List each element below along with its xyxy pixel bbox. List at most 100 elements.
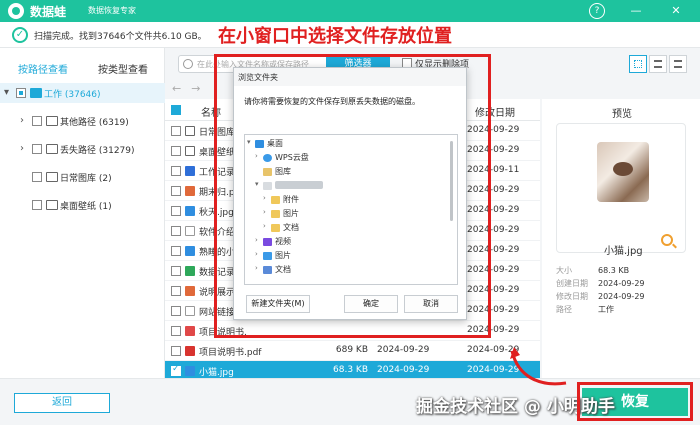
nav-arrows: ←→ (172, 82, 210, 95)
tab-by-path[interactable]: 按路径查看 (18, 61, 68, 76)
meta-key: 路径 (556, 305, 572, 314)
back-button[interactable]: 返回 (14, 393, 110, 413)
meta-value: 2024-09-29 (598, 279, 645, 288)
tree-checkbox[interactable] (16, 88, 26, 98)
meta-value: 68.3 KB (598, 266, 630, 275)
frog-logo-icon (8, 3, 24, 19)
file-name: 小猫.jpg (199, 368, 234, 378)
tree-checkbox[interactable] (32, 172, 42, 182)
preview-meta-row: 大小 68.3 KB (556, 265, 629, 276)
tree-item-label: 丢失路径 (31279) (60, 146, 135, 156)
row-checkbox[interactable] (171, 306, 181, 316)
file-created: 2024-09-29 (377, 365, 430, 375)
nav-forward-icon[interactable]: → (191, 82, 210, 95)
detail-view-button[interactable] (669, 55, 687, 73)
detail-list-icon (674, 60, 682, 68)
tree-item[interactable]: 桌面壁纸 (1) (0, 195, 165, 215)
meta-value: 工作 (598, 305, 614, 314)
meta-key: 创建日期 (556, 279, 588, 288)
file-type-icon (185, 346, 195, 356)
grid-icon (634, 60, 642, 68)
row-checkbox[interactable] (171, 166, 181, 176)
file-type-icon (185, 126, 195, 136)
preview-meta-row: 修改日期 2024-09-29 (556, 291, 645, 302)
row-checkbox[interactable] (171, 206, 181, 216)
chevron-icon[interactable]: ▾ (4, 87, 9, 98)
grid-view-button[interactable] (629, 55, 647, 73)
tree-item-label: 其他路径 (6319) (60, 118, 129, 128)
file-type-icon (185, 246, 195, 256)
file-type-icon (185, 286, 195, 296)
file-type-icon (185, 226, 195, 236)
tree-checkbox[interactable] (32, 144, 42, 154)
folder-icon (46, 172, 58, 182)
row-checkbox[interactable] (171, 226, 181, 236)
tree-item-label: 桌面壁纸 (1) (60, 202, 112, 212)
annotation-box-dialog (214, 54, 491, 338)
row-checkbox[interactable] (171, 326, 181, 336)
annotation-box-recover (577, 382, 693, 421)
row-checkbox[interactable] (171, 246, 181, 256)
file-size: 68.3 KB (333, 365, 368, 375)
search-icon (183, 59, 193, 69)
row-checkbox[interactable] (171, 126, 181, 136)
folder-icon (46, 144, 58, 154)
tree-item[interactable]: 日常图库 (2) (0, 167, 165, 187)
preview-title: 预览 (612, 109, 632, 120)
file-type-icon (185, 206, 195, 216)
preview-filename: 小猫.jpg (604, 246, 643, 257)
scan-status-text: 扫描完成。找到37646个文件共6.10 GB。 (34, 32, 207, 42)
row-checkbox[interactable] (171, 146, 181, 156)
file-type-icon (185, 266, 195, 276)
annotation-arrow-icon (510, 347, 567, 386)
row-checkbox[interactable] (171, 186, 181, 196)
file-size: 689 KB (335, 345, 368, 355)
tree-item[interactable]: › 丢失路径 (31279) (0, 139, 165, 159)
file-type-icon (185, 186, 195, 196)
close-button[interactable]: ✕ (668, 3, 684, 19)
tree-item[interactable]: › 其他路径 (6319) (0, 111, 165, 131)
folder-icon (46, 116, 58, 126)
tab-by-type[interactable]: 按类型查看 (98, 61, 148, 76)
file-type-icon (185, 366, 195, 376)
row-checkbox[interactable] (171, 286, 181, 296)
meta-value: 2024-09-29 (598, 292, 645, 301)
chevron-icon[interactable]: › (20, 143, 24, 154)
kitten-photo (597, 142, 649, 202)
file-type-icon (185, 166, 195, 176)
row-checkbox[interactable] (171, 346, 181, 356)
tree-checkbox[interactable] (32, 116, 42, 126)
table-row[interactable]: 项目说明书.pdf 689 KB 2024-09-29 2024-09-29 (165, 341, 540, 361)
preview-meta-row: 路径 工作 (556, 304, 614, 315)
tree-item-label: 工作 (37646) (44, 90, 101, 100)
annotation-text: 在小窗口中选择文件存放位置 (218, 26, 452, 47)
file-name: 项目说明书.pdf (199, 348, 262, 358)
file-type-icon (185, 306, 195, 316)
file-type-icon (185, 146, 195, 156)
meta-key: 修改日期 (556, 292, 588, 301)
list-view-button[interactable] (649, 55, 667, 73)
preview-panel: 预览 小猫.jpg 大小 68.3 KB 创建日期 2024-09-29 修改日期 202… (542, 99, 700, 379)
folder-icon (46, 200, 58, 210)
row-checkbox[interactable] (171, 266, 181, 276)
tree-item[interactable]: ▾ 工作 (37646) (0, 83, 165, 103)
chevron-icon[interactable]: › (20, 115, 24, 126)
zoom-icon[interactable] (661, 234, 673, 246)
preview-thumbnail-box (556, 123, 686, 253)
check-circle-icon: ✓ (12, 27, 28, 43)
title-bar: 数据蛙 数据恢复专家 ? — ✕ (0, 0, 700, 22)
folder-icon (30, 88, 42, 98)
tree-checkbox[interactable] (32, 200, 42, 210)
nav-back-icon[interactable]: ← (172, 82, 191, 95)
app-slogan: 数据恢复专家 (88, 6, 136, 15)
tree-item-label: 日常图库 (2) (60, 174, 112, 184)
file-type-icon (185, 326, 195, 336)
row-checkbox[interactable] (171, 364, 181, 376)
file-created: 2024-09-29 (377, 345, 430, 355)
help-icon[interactable]: ? (589, 3, 605, 19)
minimize-button[interactable]: — (628, 3, 644, 19)
select-all-checkbox[interactable] (171, 105, 181, 115)
app-brand: 数据蛙 (30, 5, 67, 19)
view-tabs: 按路径查看 按类型查看 (0, 57, 165, 85)
meta-key: 大小 (556, 266, 572, 275)
